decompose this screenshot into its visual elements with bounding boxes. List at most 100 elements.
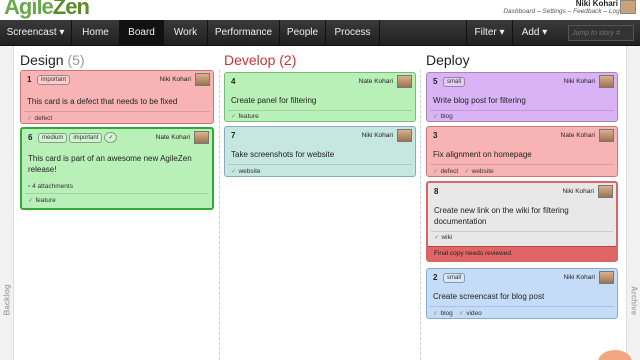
approved-icon[interactable]: ✓ [104, 132, 118, 143]
user-avatar [620, 0, 636, 14]
card-labels: ✓ defect ✓ website [433, 167, 500, 175]
card-labels: ✓ wiki [434, 233, 458, 241]
tag-small[interactable]: small [443, 77, 466, 87]
card-6[interactable]: 6 medium important ✓ Nate Kohari This card… [20, 127, 214, 210]
card-text-line2: release! [28, 165, 57, 174]
card-text-line1: Create new link on the wiki for filterin… [434, 206, 569, 215]
filter-menu[interactable]: Filter ▾ [466, 20, 512, 46]
check-icon: ✓ [433, 113, 439, 120]
check-icon: ✓ [27, 115, 33, 122]
card-number: 5 [433, 77, 438, 86]
user-links[interactable]: Dashboard – Settings – Feedback – Log Ou… [503, 8, 632, 15]
card-labels: ✓ blog ✓ video [433, 309, 488, 317]
backlog-strip[interactable]: Backlog [0, 46, 14, 360]
card-text: Write blog post for filtering [433, 96, 526, 105]
check-icon: ✓ [433, 310, 439, 317]
nav-process[interactable]: Process [326, 20, 380, 46]
card-7[interactable]: 7 Niki Kohari Take screenshots for websi… [224, 126, 416, 177]
card-number: 3 [433, 131, 438, 140]
label-feature[interactable]: feature [238, 113, 258, 120]
card-1[interactable]: 1 important Niki Kohari This card is a d… [20, 70, 214, 124]
column-develop: Develop (2) 4 Nate Kohari Create panel f… [222, 46, 418, 360]
label-blog[interactable]: blog [440, 310, 452, 317]
card-attachments[interactable]: ▫ 4 attachments [28, 183, 73, 190]
tag-medium[interactable]: medium [38, 133, 68, 143]
label-feature[interactable]: feature [35, 197, 55, 204]
check-icon: ✓ [433, 168, 439, 175]
label-blog[interactable]: blog [440, 113, 452, 120]
card-text: This card is a defect that needs to be f… [27, 97, 178, 106]
label-defect[interactable]: defect [440, 168, 458, 175]
card-separator [431, 231, 613, 232]
card-text: Create screencast for blog post [433, 292, 545, 301]
archive-strip[interactable]: Archive [626, 46, 640, 360]
card-8[interactable]: 8 Niki Kohari Create new link on the wik… [426, 181, 618, 262]
card-owner: Niki Kohari [563, 78, 595, 85]
label-website[interactable]: website [238, 168, 260, 175]
card-blocked-note: Final copy needs reviewed. [428, 246, 616, 260]
card-number: 8 [434, 187, 439, 196]
card-number: 6 [28, 133, 33, 142]
column-divider [219, 70, 220, 360]
card-labels: ✓ website [231, 167, 267, 175]
card-owner: Niki Kohari [159, 76, 191, 83]
project-menu[interactable]: Screencast ▾ [0, 20, 72, 46]
nav-home[interactable]: Home [72, 20, 120, 46]
tag-small[interactable]: small [443, 273, 466, 283]
card-number: 7 [231, 131, 236, 140]
card-separator [228, 110, 412, 111]
card-3[interactable]: 3 Nate Kohari Fix alignment on homepage … [426, 126, 618, 177]
column-deploy: Deploy 5 small Niki Kohari Write blog po… [424, 46, 620, 360]
check-icon: ✓ [434, 234, 440, 241]
check-icon: ✓ [231, 113, 237, 120]
check-icon: ✓ [458, 310, 465, 317]
card-labels: ✓ defect [27, 114, 58, 122]
current-user-name: Niki Kohari [575, 0, 618, 8]
card-number: 2 [433, 273, 438, 282]
owner-avatar [397, 129, 412, 142]
backlog-label: Backlog [2, 284, 12, 316]
column-divider [420, 70, 421, 360]
owner-avatar [194, 131, 209, 144]
card-4[interactable]: 4 Nate Kohari Create panel for filtering… [224, 72, 416, 122]
nav-work[interactable]: Work [164, 20, 208, 46]
card-separator [430, 110, 614, 111]
card-labels: ✓ feature [231, 112, 265, 120]
check-icon: ✓ [464, 168, 470, 175]
card-text-line2: documentation [434, 217, 487, 226]
tag-important[interactable]: important [37, 75, 71, 85]
card-text: Create panel for filtering [231, 96, 317, 105]
card-owner: Niki Kohari [361, 132, 393, 139]
agilezen-logo[interactable]: AgileZen [4, 0, 90, 20]
column-title-develop: Develop (2) [224, 52, 297, 68]
card-owner: Nate Kohari [358, 78, 393, 85]
card-number: 4 [231, 77, 236, 86]
owner-avatar [599, 271, 614, 284]
label-video[interactable]: video [466, 310, 482, 317]
label-wiki[interactable]: wiki [441, 234, 452, 241]
card-separator [25, 193, 209, 194]
archive-label: Archive [629, 285, 639, 316]
card-separator [24, 111, 210, 112]
card-text: Fix alignment on homepage [433, 150, 532, 159]
label-defect[interactable]: defect [34, 115, 52, 122]
attachment-count: 4 attachments [32, 183, 73, 190]
card-2[interactable]: 2 small Niki Kohari Create screencast fo… [426, 268, 618, 319]
nav-board[interactable]: Board [120, 20, 164, 46]
nav-people[interactable]: People [280, 20, 326, 46]
label-website[interactable]: website [472, 168, 494, 175]
card-5[interactable]: 5 small Niki Kohari Write blog post for … [426, 72, 618, 122]
top-header: AgileZen Niki Kohari Dashboard – Setting… [0, 0, 640, 20]
check-icon: ✓ [231, 168, 237, 175]
tag-important[interactable]: important [69, 133, 103, 143]
nav-performance[interactable]: Performance [208, 20, 280, 46]
column-title-design: Design (5) [20, 52, 85, 68]
add-menu[interactable]: Add ▾ [512, 20, 556, 46]
card-labels: ✓ feature [28, 196, 62, 204]
check-icon: ✓ [28, 197, 34, 204]
owner-avatar [599, 75, 614, 88]
main-navbar: Screencast ▾ Home Board Work Performance… [0, 20, 640, 46]
owner-avatar [598, 185, 613, 198]
jump-to-story-input[interactable] [568, 25, 634, 41]
card-owner: Nate Kohari [560, 132, 595, 139]
